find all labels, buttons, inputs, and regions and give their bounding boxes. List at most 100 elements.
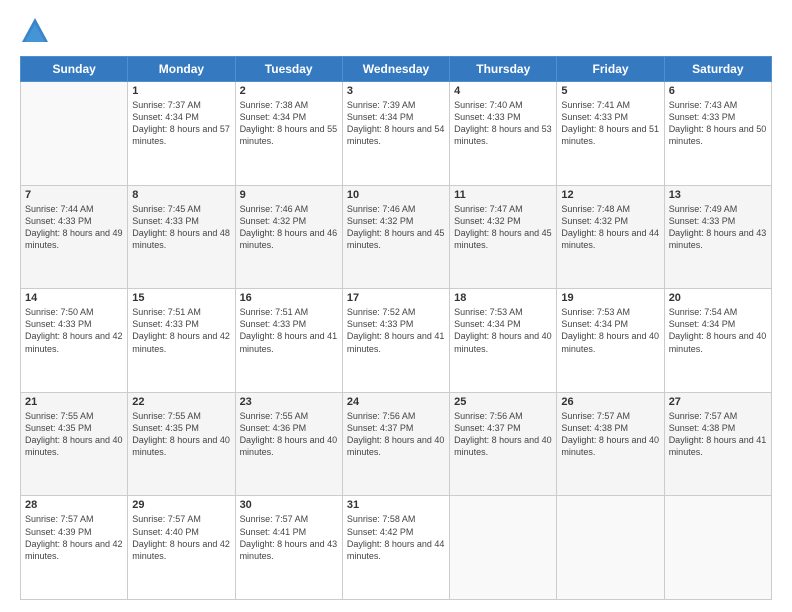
- calendar-cell: 31 Sunrise: 7:58 AM Sunset: 4:42 PM Dayli…: [342, 496, 449, 600]
- weekday-header-friday: Friday: [557, 57, 664, 82]
- weekday-header-sunday: Sunday: [21, 57, 128, 82]
- calendar-cell: 4 Sunrise: 7:40 AM Sunset: 4:33 PM Daylig…: [450, 82, 557, 186]
- cell-info: Sunrise: 7:40 AM Sunset: 4:33 PM Dayligh…: [454, 99, 552, 148]
- cell-info: Sunrise: 7:55 AM Sunset: 4:36 PM Dayligh…: [240, 410, 338, 459]
- cell-info: Sunrise: 7:58 AM Sunset: 4:42 PM Dayligh…: [347, 513, 445, 562]
- day-number: 7: [25, 189, 123, 201]
- calendar-header-row: SundayMondayTuesdayWednesdayThursdayFrid…: [21, 57, 772, 82]
- day-number: 1: [132, 85, 230, 97]
- day-number: 31: [347, 499, 445, 511]
- calendar-cell: 12 Sunrise: 7:48 AM Sunset: 4:32 PM Dayli…: [557, 185, 664, 289]
- calendar-cell: 14 Sunrise: 7:50 AM Sunset: 4:33 PM Dayli…: [21, 289, 128, 393]
- calendar-cell: 13Sunrise: 7:49 AM Sunset: 4:33 PM Dayli…: [664, 185, 771, 289]
- day-number: 15: [132, 292, 230, 304]
- day-number: 14: [25, 292, 123, 304]
- cell-info: Sunrise: 7:46 AM Sunset: 4:32 PM Dayligh…: [347, 203, 445, 252]
- cell-info: Sunrise: 7:50 AM Sunset: 4:33 PM Dayligh…: [25, 306, 123, 355]
- weekday-header-tuesday: Tuesday: [235, 57, 342, 82]
- calendar-week-row: 28 Sunrise: 7:57 AM Sunset: 4:39 PM Dayli…: [21, 496, 772, 600]
- cell-info: Sunrise: 7:48 AM Sunset: 4:32 PM Dayligh…: [561, 203, 659, 252]
- calendar-cell: 25 Sunrise: 7:56 AM Sunset: 4:37 PM Dayli…: [450, 392, 557, 496]
- cell-info: Sunrise: 7:55 AM Sunset: 4:35 PM Dayligh…: [25, 410, 123, 459]
- day-number: 26: [561, 396, 659, 408]
- weekday-header-saturday: Saturday: [664, 57, 771, 82]
- day-number: 23: [240, 396, 338, 408]
- cell-info: Sunrise: 7:57 AM Sunset: 4:40 PM Dayligh…: [132, 513, 230, 562]
- calendar-cell: 28 Sunrise: 7:57 AM Sunset: 4:39 PM Dayli…: [21, 496, 128, 600]
- cell-info: Sunrise: 7:55 AM Sunset: 4:35 PM Dayligh…: [132, 410, 230, 459]
- calendar-cell: 27Sunrise: 7:57 AM Sunset: 4:38 PM Dayli…: [664, 392, 771, 496]
- weekday-header-monday: Monday: [128, 57, 235, 82]
- day-number: 9: [240, 189, 338, 201]
- calendar-cell: [21, 82, 128, 186]
- cell-info: Sunrise: 7:39 AM Sunset: 4:34 PM Dayligh…: [347, 99, 445, 148]
- page: SundayMondayTuesdayWednesdayThursdayFrid…: [0, 0, 792, 612]
- weekday-header-thursday: Thursday: [450, 57, 557, 82]
- cell-info: Sunrise: 7:53 AM Sunset: 4:34 PM Dayligh…: [454, 306, 552, 355]
- calendar-cell: 16 Sunrise: 7:51 AM Sunset: 4:33 PM Dayli…: [235, 289, 342, 393]
- day-number: 20: [669, 292, 767, 304]
- weekday-header-wednesday: Wednesday: [342, 57, 449, 82]
- calendar-cell: [450, 496, 557, 600]
- day-number: 30: [240, 499, 338, 511]
- cell-info: Sunrise: 7:47 AM Sunset: 4:32 PM Dayligh…: [454, 203, 552, 252]
- calendar-cell: 23 Sunrise: 7:55 AM Sunset: 4:36 PM Dayli…: [235, 392, 342, 496]
- cell-info: Sunrise: 7:43 AM Sunset: 4:33 PM Dayligh…: [669, 99, 767, 148]
- logo: [20, 16, 54, 46]
- logo-icon: [20, 16, 50, 46]
- day-number: 25: [454, 396, 552, 408]
- day-number: 12: [561, 189, 659, 201]
- cell-info: Sunrise: 7:41 AM Sunset: 4:33 PM Dayligh…: [561, 99, 659, 148]
- day-number: 8: [132, 189, 230, 201]
- calendar-cell: 19 Sunrise: 7:53 AM Sunset: 4:34 PM Dayli…: [557, 289, 664, 393]
- cell-info: Sunrise: 7:54 AM Sunset: 4:34 PM Dayligh…: [669, 306, 767, 355]
- calendar-cell: 15Sunrise: 7:51 AM Sunset: 4:33 PM Dayli…: [128, 289, 235, 393]
- cell-info: Sunrise: 7:45 AM Sunset: 4:33 PM Dayligh…: [132, 203, 230, 252]
- calendar-cell: 30Sunrise: 7:57 AM Sunset: 4:41 PM Dayli…: [235, 496, 342, 600]
- calendar-week-row: 14 Sunrise: 7:50 AM Sunset: 4:33 PM Dayli…: [21, 289, 772, 393]
- cell-info: Sunrise: 7:53 AM Sunset: 4:34 PM Dayligh…: [561, 306, 659, 355]
- calendar-cell: 29 Sunrise: 7:57 AM Sunset: 4:40 PM Dayli…: [128, 496, 235, 600]
- day-number: 28: [25, 499, 123, 511]
- day-number: 27: [669, 396, 767, 408]
- day-number: 17: [347, 292, 445, 304]
- cell-info: Sunrise: 7:46 AM Sunset: 4:32 PM Dayligh…: [240, 203, 338, 252]
- calendar-cell: 17 Sunrise: 7:52 AM Sunset: 4:33 PM Dayli…: [342, 289, 449, 393]
- calendar-cell: 22Sunrise: 7:55 AM Sunset: 4:35 PM Dayli…: [128, 392, 235, 496]
- calendar-cell: 9 Sunrise: 7:46 AM Sunset: 4:32 PM Daylig…: [235, 185, 342, 289]
- cell-info: Sunrise: 7:52 AM Sunset: 4:33 PM Dayligh…: [347, 306, 445, 355]
- cell-info: Sunrise: 7:56 AM Sunset: 4:37 PM Dayligh…: [454, 410, 552, 459]
- cell-info: Sunrise: 7:56 AM Sunset: 4:37 PM Dayligh…: [347, 410, 445, 459]
- calendar-week-row: 1 Sunrise: 7:37 AM Sunset: 4:34 PM Daylig…: [21, 82, 772, 186]
- calendar-cell: [664, 496, 771, 600]
- day-number: 4: [454, 85, 552, 97]
- day-number: 21: [25, 396, 123, 408]
- cell-info: Sunrise: 7:38 AM Sunset: 4:34 PM Dayligh…: [240, 99, 338, 148]
- calendar-cell: 8 Sunrise: 7:45 AM Sunset: 4:33 PM Daylig…: [128, 185, 235, 289]
- day-number: 16: [240, 292, 338, 304]
- cell-info: Sunrise: 7:51 AM Sunset: 4:33 PM Dayligh…: [240, 306, 338, 355]
- day-number: 10: [347, 189, 445, 201]
- calendar-cell: 18Sunrise: 7:53 AM Sunset: 4:34 PM Dayli…: [450, 289, 557, 393]
- day-number: 29: [132, 499, 230, 511]
- calendar-cell: [557, 496, 664, 600]
- cell-info: Sunrise: 7:57 AM Sunset: 4:39 PM Dayligh…: [25, 513, 123, 562]
- calendar-cell: 21 Sunrise: 7:55 AM Sunset: 4:35 PM Dayli…: [21, 392, 128, 496]
- day-number: 24: [347, 396, 445, 408]
- calendar-table: SundayMondayTuesdayWednesdayThursdayFrid…: [20, 56, 772, 600]
- calendar-cell: 1 Sunrise: 7:37 AM Sunset: 4:34 PM Daylig…: [128, 82, 235, 186]
- calendar-cell: 6 Sunrise: 7:43 AM Sunset: 4:33 PM Daylig…: [664, 82, 771, 186]
- calendar-cell: 24 Sunrise: 7:56 AM Sunset: 4:37 PM Dayli…: [342, 392, 449, 496]
- cell-info: Sunrise: 7:57 AM Sunset: 4:38 PM Dayligh…: [561, 410, 659, 459]
- day-number: 19: [561, 292, 659, 304]
- calendar-cell: 11Sunrise: 7:47 AM Sunset: 4:32 PM Dayli…: [450, 185, 557, 289]
- calendar-cell: 2 Sunrise: 7:38 AM Sunset: 4:34 PM Daylig…: [235, 82, 342, 186]
- day-number: 6: [669, 85, 767, 97]
- calendar-cell: 10 Sunrise: 7:46 AM Sunset: 4:32 PM Dayli…: [342, 185, 449, 289]
- calendar-cell: 26 Sunrise: 7:57 AM Sunset: 4:38 PM Dayli…: [557, 392, 664, 496]
- cell-info: Sunrise: 7:49 AM Sunset: 4:33 PM Dayligh…: [669, 203, 767, 252]
- cell-info: Sunrise: 7:37 AM Sunset: 4:34 PM Dayligh…: [132, 99, 230, 148]
- day-number: 5: [561, 85, 659, 97]
- day-number: 2: [240, 85, 338, 97]
- calendar-cell: 7Sunrise: 7:44 AM Sunset: 4:33 PM Daylig…: [21, 185, 128, 289]
